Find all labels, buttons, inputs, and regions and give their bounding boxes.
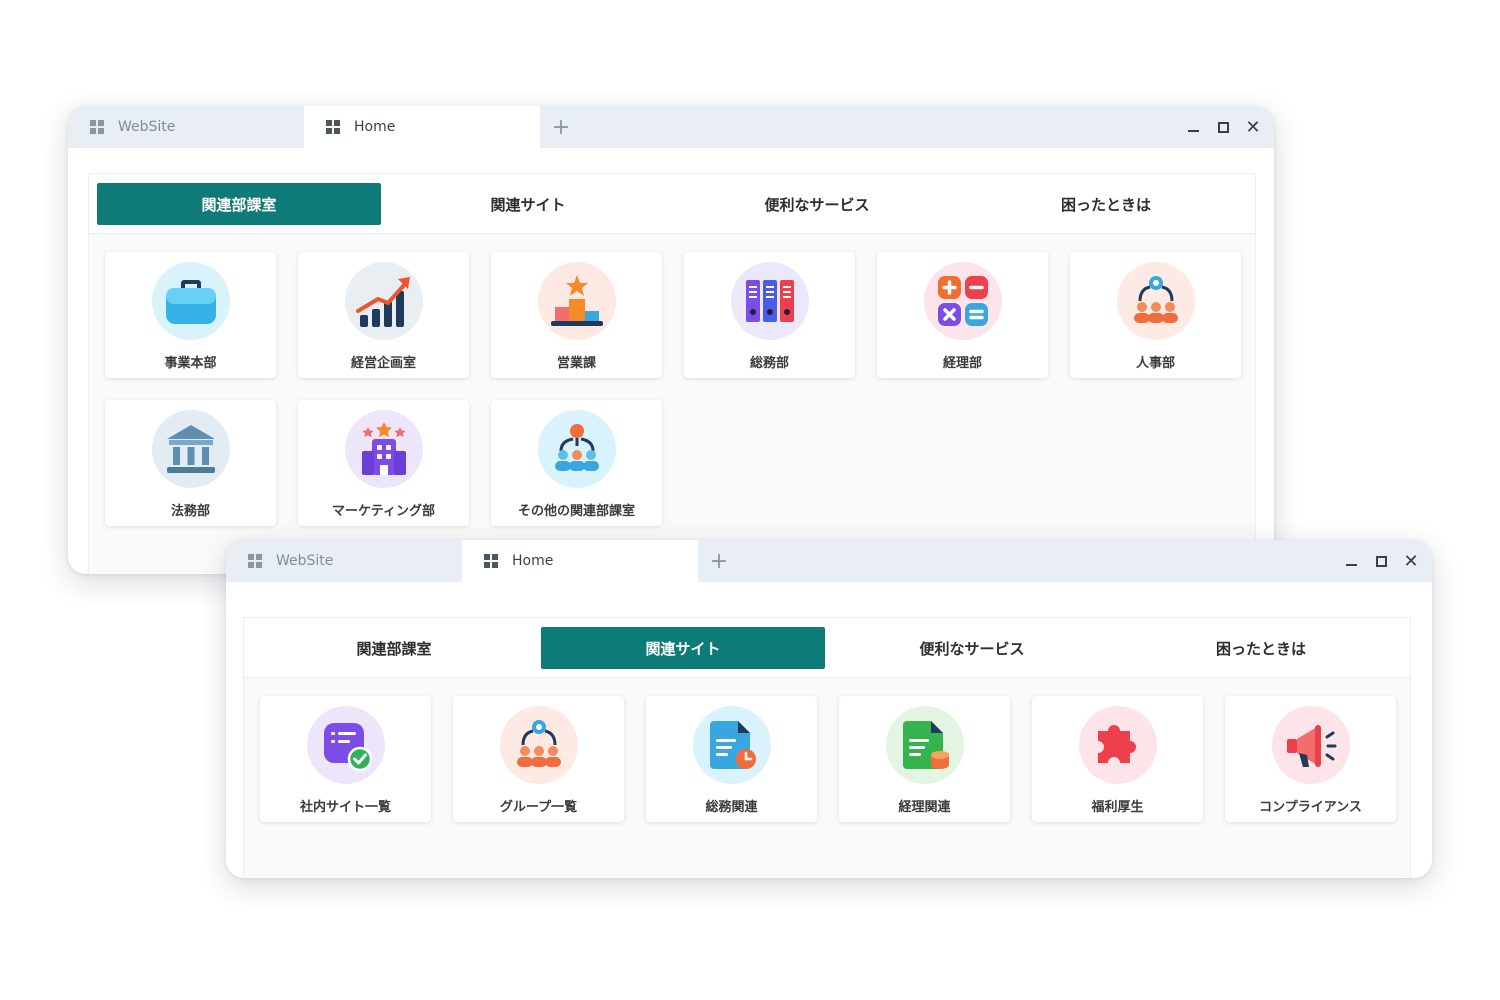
page-content: 関連部課室 関連サイト 便利なサービス 困ったときは 社内サイト一覧 グループ一…	[243, 617, 1411, 878]
briefcase-icon	[151, 262, 230, 340]
card-other-departments[interactable]: その他の関連部課室	[491, 400, 662, 526]
card-label: 人事部	[1135, 356, 1175, 371]
card-compliance[interactable]: コンプライアンス	[1225, 696, 1396, 822]
tab-help[interactable]: 困ったときは	[964, 183, 1248, 225]
category-tabbar: 関連部課室 関連サイト 便利なサービス 困ったときは	[89, 174, 1255, 234]
tab-home[interactable]: Home	[304, 106, 540, 148]
tab-departments[interactable]: 関連部課室	[97, 183, 381, 225]
card-internal-sites[interactable]: 社内サイト一覧	[260, 696, 431, 822]
tab-label: Home	[512, 553, 554, 569]
card-label: 法務部	[170, 504, 210, 519]
page-content: 関連部課室 関連サイト 便利なサービス 困ったときは 事業本部 経営企画室 営業…	[88, 173, 1256, 574]
card-label: 総務部	[749, 356, 789, 371]
minimize-icon[interactable]	[1336, 540, 1366, 582]
puzzle-icon	[1078, 706, 1157, 784]
growth-chart-icon	[344, 262, 423, 340]
tab-useful-services[interactable]: 便利なサービス	[830, 627, 1114, 669]
browser-window-back: WebSite Home + ✕ 関連部課室 関連サイト 便利なサービス 困った…	[68, 106, 1274, 574]
minimize-icon[interactable]	[1178, 106, 1208, 148]
close-icon[interactable]: ✕	[1238, 106, 1268, 148]
new-tab-button[interactable]: +	[550, 106, 572, 148]
card-human-resources[interactable]: 人事部	[1070, 252, 1241, 378]
category-tabbar: 関連部課室 関連サイト 便利なサービス 困ったときは	[244, 618, 1410, 678]
building-icon	[344, 410, 423, 488]
tab-label: WebSite	[276, 553, 334, 569]
card-marketing[interactable]: マーケティング部	[298, 400, 469, 526]
grid-icon	[248, 554, 262, 568]
megaphone-icon	[1271, 706, 1350, 784]
card-general-affairs[interactable]: 総務部	[684, 252, 855, 378]
browser-window-front: WebSite Home + ✕ 関連部課室 関連サイト 便利なサービス 困った…	[226, 540, 1432, 878]
card-label: グループ一覧	[499, 800, 578, 815]
card-label: 経理関連	[898, 800, 951, 815]
tab-help[interactable]: 困ったときは	[1119, 627, 1403, 669]
binders-icon	[730, 262, 809, 340]
group-icon	[499, 706, 578, 784]
grid-icon	[90, 120, 104, 134]
calculator-icon	[923, 262, 1002, 340]
site-list-icon	[306, 706, 385, 784]
department-grid: 事業本部 経営企画室 営業課 総務部 経理部 人事部 法務部 マーケティング部 …	[89, 234, 1255, 542]
maximize-icon[interactable]	[1208, 106, 1238, 148]
document-clock-icon	[692, 706, 771, 784]
grid-icon	[484, 554, 498, 568]
card-label: 総務関連	[705, 800, 758, 815]
title-bar: WebSite Home + ✕	[68, 106, 1274, 148]
maximize-icon[interactable]	[1366, 540, 1396, 582]
document-coins-icon	[885, 706, 964, 784]
grid-icon	[326, 120, 340, 134]
related-sites-grid: 社内サイト一覧 グループ一覧 総務関連 経理関連 福利厚生 コンプライアンス	[244, 678, 1410, 838]
card-group-list[interactable]: グループ一覧	[453, 696, 624, 822]
card-label: 経営企画室	[350, 356, 416, 371]
podium-icon	[537, 262, 616, 340]
card-legal[interactable]: 法務部	[105, 400, 276, 526]
new-tab-button[interactable]: +	[708, 540, 730, 582]
card-label: 経理部	[942, 356, 982, 371]
courthouse-icon	[151, 410, 230, 488]
tab-label: Home	[354, 119, 396, 135]
card-label: コンプライアンス	[1259, 800, 1362, 815]
title-bar: WebSite Home + ✕	[226, 540, 1432, 582]
card-accounting-related[interactable]: 経理関連	[839, 696, 1010, 822]
tab-website[interactable]: WebSite	[68, 106, 304, 148]
tab-useful-services[interactable]: 便利なサービス	[675, 183, 959, 225]
tab-home[interactable]: Home	[462, 540, 698, 582]
card-label: 社内サイト一覧	[299, 800, 391, 815]
card-corporate-planning[interactable]: 経営企画室	[298, 252, 469, 378]
people-network-icon	[537, 410, 616, 488]
card-sales[interactable]: 営業課	[491, 252, 662, 378]
card-business-division[interactable]: 事業本部	[105, 252, 276, 378]
close-icon[interactable]: ✕	[1396, 540, 1426, 582]
tab-website[interactable]: WebSite	[226, 540, 462, 582]
card-welfare[interactable]: 福利厚生	[1032, 696, 1203, 822]
card-label: 営業課	[556, 356, 596, 371]
card-general-affairs-related[interactable]: 総務関連	[646, 696, 817, 822]
card-label: 事業本部	[164, 356, 217, 371]
tab-related-sites[interactable]: 関連サイト	[541, 627, 825, 669]
tab-label: WebSite	[118, 119, 176, 135]
card-label: その他の関連部課室	[517, 504, 635, 519]
tab-related-sites[interactable]: 関連サイト	[386, 183, 670, 225]
card-accounting[interactable]: 経理部	[877, 252, 1048, 378]
card-label: 福利厚生	[1091, 800, 1144, 815]
tab-departments[interactable]: 関連部課室	[252, 627, 536, 669]
team-network-icon	[1116, 262, 1195, 340]
card-label: マーケティング部	[332, 504, 435, 519]
